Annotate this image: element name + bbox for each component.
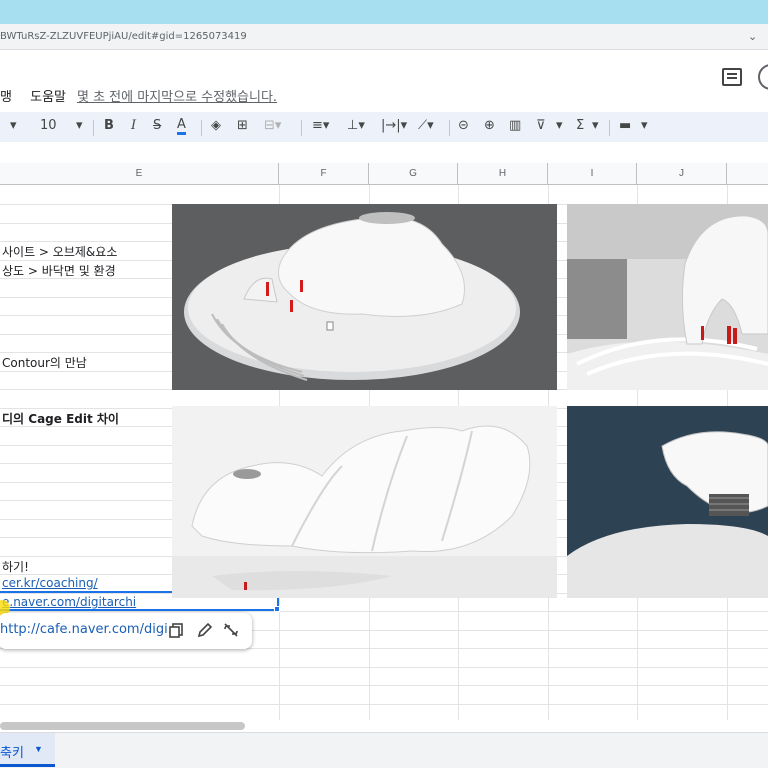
cell-text[interactable]: Contour의 만남 <box>2 354 87 371</box>
cell-text[interactable]: 사이트 > 오브제&요소 <box>2 243 117 260</box>
unlink-icon[interactable] <box>222 621 240 639</box>
edit-icon[interactable] <box>196 621 214 639</box>
borders-icon[interactable]: ⊞ <box>237 118 248 133</box>
os-title-bar <box>0 0 768 24</box>
cell-text[interactable]: 디의 Cage Edit 차이 <box>2 410 119 427</box>
chevron-down-icon[interactable]: ▾ <box>10 118 17 133</box>
text-rotation-icon[interactable]: ⟋▾ <box>418 118 434 133</box>
chevron-down-icon[interactable]: ▾ <box>592 118 599 133</box>
functions-button[interactable]: Σ <box>576 118 584 133</box>
column-header-g[interactable]: G <box>369 163 458 185</box>
last-edit-link[interactable]: 몇 초 전에 마지막으로 수정했습니다. <box>77 86 277 105</box>
divider <box>301 120 302 136</box>
comment-add-icon[interactable]: ⊕ <box>484 118 495 133</box>
sheet-tab[interactable]: 축키 ▼ <box>0 733 55 767</box>
grid-line <box>0 685 768 686</box>
url-text[interactable]: BWTuRsZ-ZLZUVFEUPjiAU/edit#gid=126507341… <box>0 31 247 42</box>
fill-handle[interactable] <box>274 606 280 612</box>
divider <box>449 120 450 136</box>
input-tools-icon[interactable]: ▬ <box>619 118 631 133</box>
fill-color-icon[interactable]: ◈ <box>211 118 221 133</box>
divider <box>201 120 202 136</box>
chevron-down-icon[interactable]: ▾ <box>76 118 83 133</box>
divider <box>609 120 610 136</box>
bold-button[interactable]: B <box>104 118 114 133</box>
text-color-button[interactable]: A <box>177 118 186 135</box>
column-header-row: E F G H I J <box>0 163 768 185</box>
chevron-down-icon[interactable]: ▼ <box>34 744 43 754</box>
cell-text[interactable]: 하기! <box>2 558 29 575</box>
grid-line <box>0 667 768 668</box>
link-preview-url[interactable]: http://cafe.naver.com/digi... <box>0 622 180 637</box>
grid-line <box>0 704 768 705</box>
cell-text[interactable]: 상도 > 바닥면 및 환경 <box>2 262 116 279</box>
merge-cells-icon[interactable]: ⊟▾ <box>264 118 281 133</box>
toolbar: ▾ 10 ▾ B I S A ◈ ⊞ ⊟▾ ≡▾ ⊥▾ |→|▾ ⟋▾ ⊝ ⊕ … <box>0 112 768 142</box>
column-header-i[interactable]: I <box>548 163 637 185</box>
font-size-field[interactable]: 10 <box>40 118 57 133</box>
copy-icon[interactable] <box>168 621 186 639</box>
sheet-tab-bar: 축키 ▼ <box>0 732 768 768</box>
divider <box>93 120 94 136</box>
menu-item-help[interactable]: 도움말 <box>30 90 66 105</box>
chevron-down-icon[interactable]: ▾ <box>556 118 563 133</box>
rendered-image[interactable] <box>172 204 557 390</box>
horizontal-scrollbar[interactable] <box>0 722 245 730</box>
comment-icon[interactable] <box>722 68 742 86</box>
link-preview-chip: http://cafe.naver.com/digi... <box>0 613 252 649</box>
column-header-j[interactable]: J <box>637 163 727 185</box>
column-header-e[interactable]: E <box>0 163 279 185</box>
rendered-image[interactable] <box>567 406 768 598</box>
vertical-align-icon[interactable]: ⊥▾ <box>347 118 365 133</box>
column-header-k[interactable] <box>727 163 768 185</box>
rendered-image[interactable] <box>567 204 768 390</box>
filter-icon[interactable]: ⊽ <box>536 118 546 133</box>
link-icon[interactable]: ⊝ <box>458 118 469 133</box>
menu-items: 맹 도움말 <box>0 86 80 105</box>
sheet-tab-label: 축키 <box>0 746 24 761</box>
chevron-down-icon[interactable]: ⌄ <box>748 30 762 44</box>
column-header-f[interactable]: F <box>279 163 369 185</box>
grid-line <box>0 611 768 612</box>
column-header-h[interactable]: H <box>458 163 548 185</box>
horizontal-align-icon[interactable]: ≡▾ <box>312 118 329 133</box>
italic-button[interactable]: I <box>131 118 136 133</box>
cell-link[interactable]: cer.kr/coaching/ <box>2 576 98 590</box>
menu-item-partial[interactable]: 맹 <box>0 90 12 105</box>
strikethrough-button[interactable]: S <box>153 118 161 133</box>
text-wrap-icon[interactable]: |→|▾ <box>381 118 407 133</box>
chevron-down-icon[interactable]: ▾ <box>641 118 648 133</box>
address-bar[interactable]: BWTuRsZ-ZLZUVFEUPjiAU/edit#gid=126507341… <box>0 24 768 50</box>
rendered-image[interactable] <box>172 406 557 598</box>
chart-icon[interactable]: ▥ <box>509 118 521 133</box>
